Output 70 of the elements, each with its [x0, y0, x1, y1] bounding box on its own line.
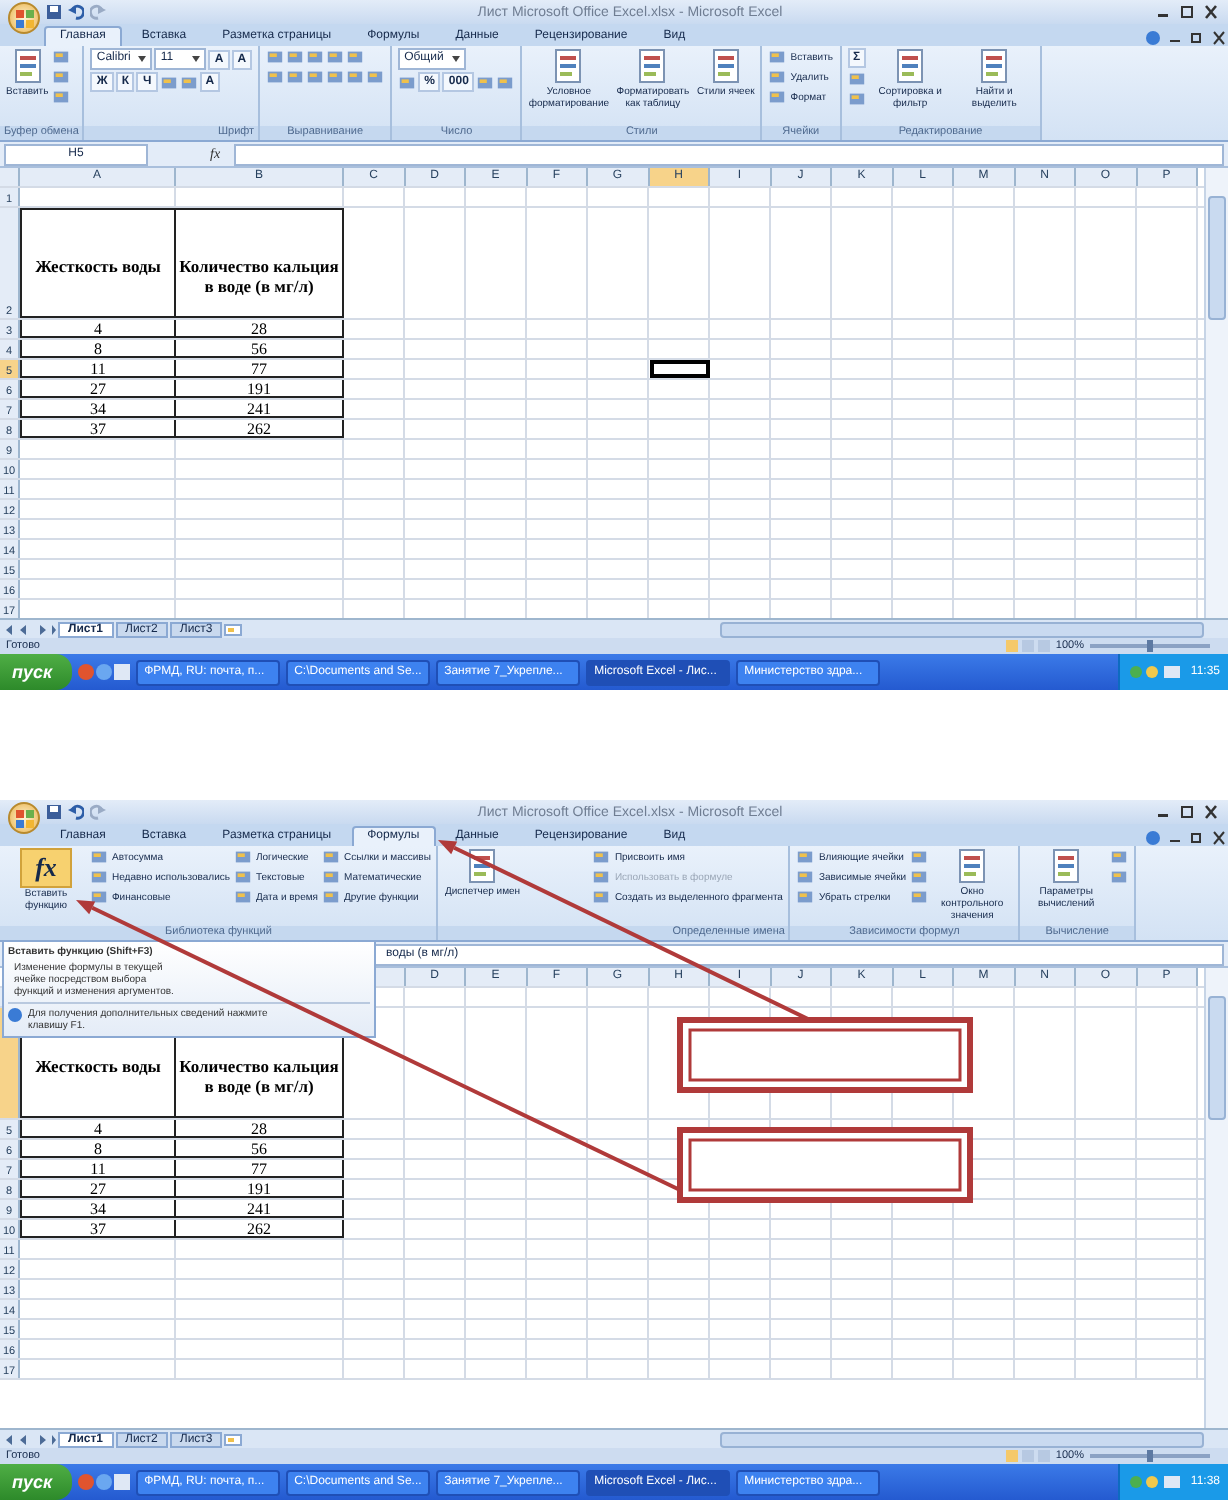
table-cell: 191 — [176, 380, 344, 398]
vertical-scrollbar[interactable] — [1204, 168, 1228, 618]
table-cell: 37 — [20, 420, 176, 438]
table-cell: 11 — [20, 360, 176, 378]
table-cell: 28 — [176, 320, 344, 338]
table-cell: 27 — [20, 380, 176, 398]
restore-icon[interactable] — [1188, 830, 1206, 846]
table-cell: 28 — [176, 1120, 344, 1138]
horizontal-scrollbar[interactable] — [720, 621, 1204, 637]
document-icon — [976, 48, 1013, 84]
table-cell: 56 — [176, 1140, 344, 1158]
table-cell: 56 — [176, 340, 344, 358]
quick-launch-icon[interactable] — [78, 662, 131, 682]
table-cell: 241 — [176, 1200, 344, 1218]
tray-icon[interactable] — [1128, 1474, 1185, 1490]
table-cell: Жесткость воды — [20, 208, 176, 318]
table-cell: 8 — [20, 340, 176, 358]
redo-icon[interactable] — [90, 804, 106, 820]
document-icon — [1048, 848, 1085, 884]
office-button[interactable] — [8, 802, 40, 834]
close-icon[interactable] — [1210, 830, 1228, 846]
table-cell: 4 — [20, 320, 176, 338]
table-cell: 241 — [176, 400, 344, 418]
table-cell: 34 — [20, 1200, 176, 1218]
table-cell: 4 — [20, 1120, 176, 1138]
maximize-icon[interactable] — [1178, 4, 1196, 20]
document-icon — [550, 48, 587, 84]
start-button[interactable]: пуск — [0, 1464, 73, 1500]
formula-field[interactable] — [234, 143, 1224, 165]
insert-sheet-icon[interactable] — [224, 623, 243, 635]
insert-sheet-icon[interactable] — [224, 1433, 243, 1445]
redo-icon[interactable] — [90, 4, 106, 20]
table-cell: 77 — [176, 360, 344, 378]
table-cell: 262 — [176, 1220, 344, 1238]
sheet-navigation-icon[interactable] — [4, 1433, 56, 1445]
maximize-icon[interactable] — [1178, 804, 1196, 820]
horizontal-scrollbar[interactable] — [720, 1431, 1204, 1447]
document-icon — [9, 48, 46, 84]
undo-icon[interactable] — [68, 804, 84, 820]
close-icon[interactable] — [1202, 4, 1220, 20]
undo-icon[interactable] — [68, 4, 84, 20]
select-all-button[interactable] — [0, 168, 20, 186]
table-cell: 77 — [176, 1160, 344, 1178]
table-cell: 191 — [176, 1180, 344, 1198]
logo-icon — [15, 809, 33, 827]
table-cell: 34 — [20, 400, 176, 418]
document-icon — [707, 48, 744, 84]
document-icon — [634, 48, 671, 84]
vertical-scrollbar[interactable] — [1204, 968, 1228, 1428]
restore-icon[interactable] — [1188, 30, 1206, 46]
selected-cell[interactable] — [649, 360, 710, 378]
table-cell: 8 — [20, 1140, 176, 1158]
start-button[interactable]: пуск — [0, 654, 73, 690]
save-icon[interactable] — [46, 804, 62, 820]
table-cell: 37 — [20, 1220, 176, 1238]
document-icon — [892, 48, 929, 84]
table-cell: Количество кальция в воде (в мг/л) — [176, 208, 344, 318]
table-cell: 27 — [20, 1180, 176, 1198]
document-icon — [954, 848, 991, 884]
close-icon[interactable] — [1202, 804, 1220, 820]
save-icon[interactable] — [46, 4, 62, 20]
table-cell: 262 — [176, 420, 344, 438]
help-icon — [8, 1008, 22, 1022]
close-icon[interactable] — [1210, 30, 1228, 46]
logo-icon — [15, 9, 33, 27]
tray-icon[interactable] — [1128, 664, 1185, 680]
sheet-navigation-icon[interactable] — [4, 623, 56, 635]
quick-launch-icon[interactable] — [78, 1472, 131, 1492]
table-cell: 11 — [20, 1160, 176, 1178]
office-button[interactable] — [8, 2, 40, 34]
